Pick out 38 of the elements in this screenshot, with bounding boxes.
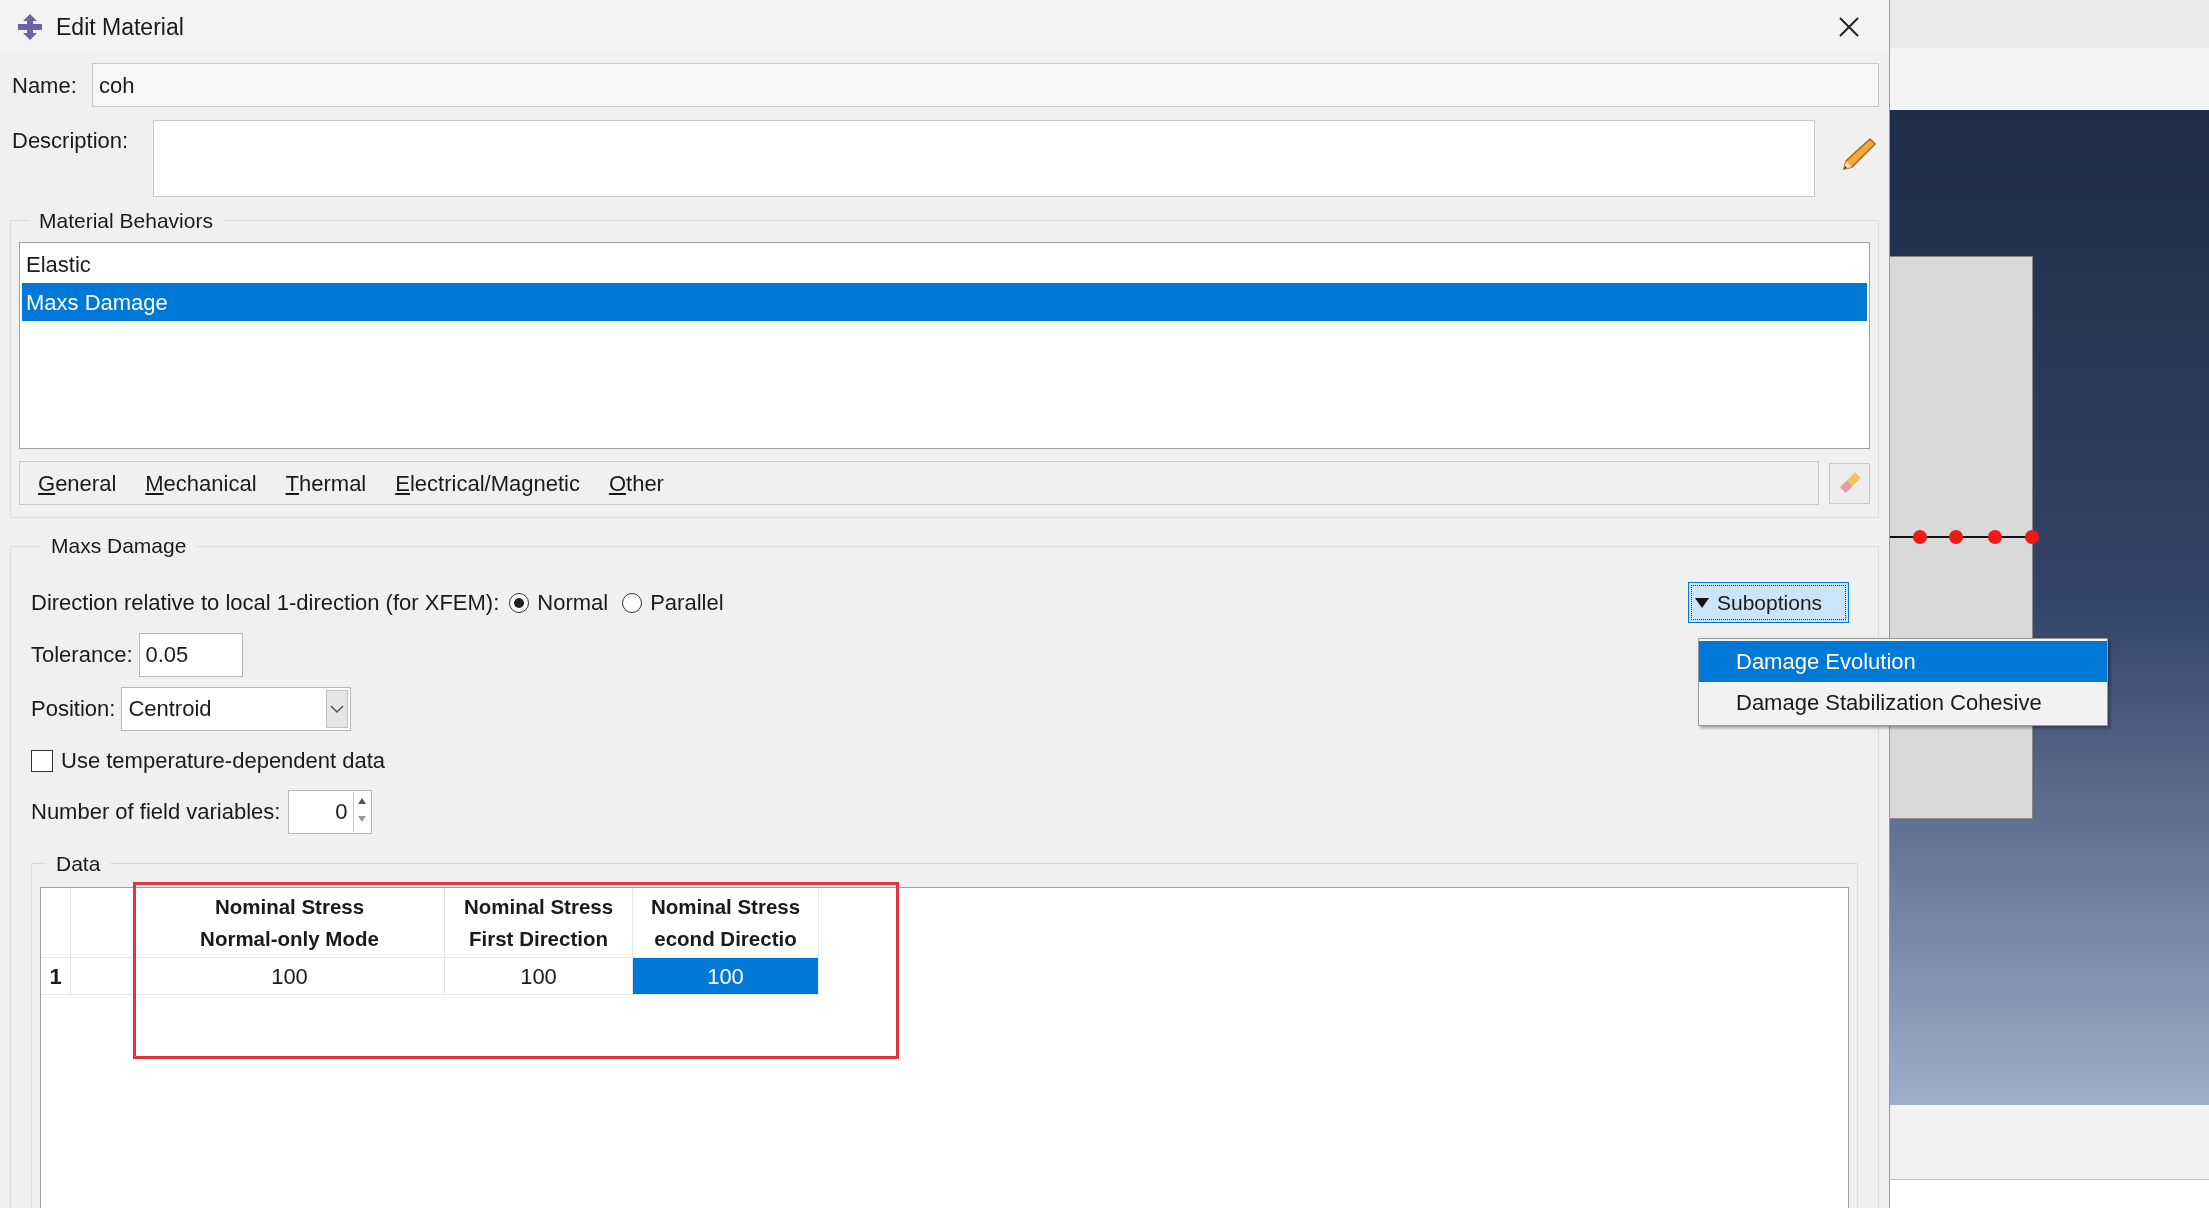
behavior-item[interactable]: Maxs Damage [22, 283, 1867, 322]
field-label: Description: [12, 126, 130, 155]
group-title: Maxs Damage [51, 534, 187, 558]
menu-item[interactable]: Electrical/Magnetic [395, 467, 580, 500]
header-cell [41, 888, 71, 959]
suboptions-button[interactable]: Suboptions [1688, 582, 1849, 624]
table-cell[interactable]: 100 [633, 958, 819, 996]
menu-item[interactable]: Mechanical [145, 467, 257, 500]
field-label: Tolerance: [31, 641, 133, 670]
window-title: Edit Material [56, 12, 184, 42]
close-icon[interactable] [1838, 16, 1860, 39]
row-number: 1 [41, 958, 71, 996]
behavior-item[interactable]: Elastic [22, 245, 1867, 284]
group-title: Material Behaviors [39, 209, 213, 232]
radio-option[interactable]: Normal [509, 586, 609, 620]
name-field[interactable]: coh [92, 63, 1879, 108]
chevron-down-icon [330, 704, 345, 714]
field-label: Number of field variables: [31, 798, 281, 827]
triangle-down-icon [1695, 598, 1709, 608]
column-header: Nominal Stress Normal-only Mode [135, 888, 445, 959]
description-field[interactable] [152, 119, 1815, 197]
table-cell[interactable]: 100 [135, 958, 445, 996]
field-label: Position: [31, 695, 116, 724]
tolerance-field[interactable]: 0.05 [138, 633, 243, 677]
menu-item[interactable]: General [38, 467, 117, 500]
position-dropdown[interactable]: Centroid [121, 687, 352, 731]
radio-option[interactable]: Parallel [622, 586, 724, 620]
group-title: Data [56, 852, 101, 875]
app-icon [16, 13, 44, 42]
menu-item[interactable]: Damage Stabilization Cohesive [1699, 682, 2107, 723]
direction-label: Direction relative to local 1-direction (for XFEM): [31, 589, 500, 618]
menu-item[interactable]: Other [608, 467, 664, 500]
menu-item[interactable]: Damage Evolution [1699, 641, 2107, 682]
temperature-checkbox[interactable]: Use temperature-dependent data [31, 738, 386, 784]
field-label: Name: [12, 71, 78, 100]
field-variables-spinner[interactable]: 0 [288, 790, 373, 834]
menu-item[interactable]: Thermal [285, 467, 367, 500]
column-header: Nominal Stress First Direction [445, 888, 633, 959]
